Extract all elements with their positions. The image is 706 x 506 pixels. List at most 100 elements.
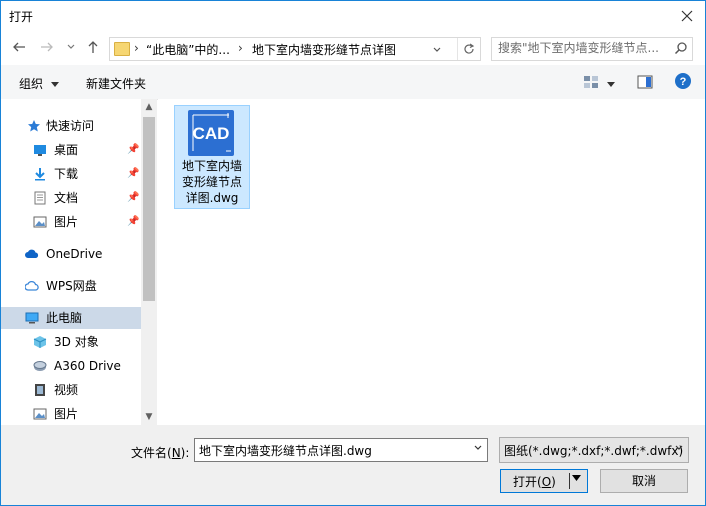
nav-label: WPS网盘 xyxy=(46,279,97,293)
nav-desktop[interactable]: 桌面 📌 xyxy=(1,139,141,161)
nav-label: 图片 xyxy=(54,215,79,229)
film-icon xyxy=(35,384,45,396)
forward-button[interactable] xyxy=(39,40,55,58)
nav-documents[interactable]: 文档 📌 xyxy=(1,187,141,209)
file-name: 地下室内墙变形缝节点详图.dwg xyxy=(181,159,242,205)
nav-a360-drive[interactable]: A360 Drive xyxy=(1,355,141,377)
organize-label: 组织 xyxy=(19,77,44,91)
filename-label: 文件名(N): xyxy=(131,444,189,461)
filename-label-suffix: ): xyxy=(180,446,190,460)
address-bar[interactable]: › “此电脑”中的... › 地下室内墙变形缝节点详图 xyxy=(109,37,481,61)
document-icon xyxy=(34,191,46,205)
scroll-down-button[interactable]: ▼ xyxy=(141,409,157,425)
new-folder-button[interactable]: 新建文件夹 xyxy=(86,75,146,92)
download-icon xyxy=(35,168,45,181)
back-button[interactable] xyxy=(11,40,27,58)
nav-videos[interactable]: 视频 xyxy=(1,379,141,401)
view-options-button[interactable] xyxy=(583,75,599,92)
file-item[interactable]: CAD 地下室内墙变形缝节点详图.dwg xyxy=(174,105,250,209)
breadcrumb-this-pc[interactable]: “此电脑”中的... xyxy=(146,41,230,58)
pin-icon: 📌 xyxy=(127,216,140,227)
refresh-icon xyxy=(464,43,475,54)
cad-icon-label: CAD xyxy=(192,124,230,143)
nav-3d-objects[interactable]: 3D 对象 xyxy=(1,331,141,353)
chevron-down-icon xyxy=(474,445,482,450)
navigation-pane: 快速访问 桌面 📌 下载 📌 文档 📌 图片 📌 OneDrive WPS网盘 … xyxy=(1,99,157,425)
dialog-title: 打开 xyxy=(9,10,34,24)
nav-label: 文档 xyxy=(54,191,79,205)
filename-value: 地下室内墙变形缝节点详图.dwg xyxy=(199,444,372,458)
filename-label-prefix: 文件名( xyxy=(131,446,172,460)
file-type-value: 图纸(*.dwg;*.dxf;*.dwf;*.dwfx) xyxy=(504,444,684,458)
filename-history-dropdown[interactable] xyxy=(473,443,483,456)
star-icon xyxy=(28,120,40,132)
svg-text:?: ? xyxy=(680,76,687,88)
open-button-label: 打开(O) xyxy=(513,473,556,490)
nav-this-pc[interactable]: 此电脑 xyxy=(1,307,141,329)
pin-icon: 📌 xyxy=(127,168,140,179)
scroll-up-button[interactable]: ▲ xyxy=(141,99,157,115)
open-label-prefix: 打开( xyxy=(513,475,542,489)
nav-pictures[interactable]: 图片 📌 xyxy=(1,211,141,233)
nav-wps-cloud[interactable]: WPS网盘 xyxy=(1,275,141,297)
close-icon xyxy=(681,10,693,22)
search-input[interactable] xyxy=(498,40,668,56)
breadcrumb-current-folder[interactable]: 地下室内墙变形缝节点详图 xyxy=(252,41,396,58)
cad-file-icon: CAD xyxy=(188,110,234,156)
address-dropdown[interactable] xyxy=(432,44,442,58)
forward-arrow-icon xyxy=(41,42,53,52)
nav-label: 3D 对象 xyxy=(54,335,99,349)
help-button[interactable]: ? xyxy=(675,73,691,92)
pin-icon: 📌 xyxy=(127,192,140,203)
a360-drive-icon xyxy=(33,361,47,371)
breadcrumb-separator: › xyxy=(134,41,139,55)
cancel-button-label: 取消 xyxy=(631,474,656,488)
view-dropdown-button[interactable] xyxy=(607,77,615,91)
preview-pane-button[interactable] xyxy=(637,75,653,92)
nav-label: 桌面 xyxy=(54,143,79,157)
nav-label: 此电脑 xyxy=(46,311,83,325)
caret-down-icon xyxy=(572,475,581,481)
help-icon: ? xyxy=(675,73,691,89)
caret-down-icon xyxy=(50,82,59,87)
filename-field[interactable]: 地下室内墙变形缝节点详图.dwg xyxy=(194,438,488,462)
file-type-select[interactable]: 图纸(*.dwg;*.dxf;*.dwf;*.dwfx) xyxy=(499,437,689,463)
recent-locations-button[interactable] xyxy=(63,40,79,56)
title-bar: 打开 xyxy=(1,1,705,31)
scroll-thumb[interactable] xyxy=(143,117,155,301)
nav-quick-access[interactable]: 快速访问 xyxy=(1,115,141,137)
nav-label: 图片 xyxy=(54,407,79,421)
up-arrow-icon xyxy=(88,41,98,53)
chevron-down-icon xyxy=(675,445,683,450)
open-options-dropdown[interactable] xyxy=(572,474,581,485)
open-label-accesskey: O xyxy=(541,475,552,489)
picture-icon xyxy=(33,408,47,420)
nav-label: A360 Drive xyxy=(54,359,121,373)
organize-button[interactable]: 组织 xyxy=(19,75,59,92)
address-row: › “此电脑”中的... › 地下室内墙变形缝节点详图 xyxy=(1,31,705,65)
close-button[interactable] xyxy=(673,1,701,31)
nav-scrollbar[interactable]: ▲ ▼ xyxy=(141,99,157,425)
split-divider xyxy=(569,473,570,489)
nav-pictures-pc[interactable]: 图片 xyxy=(1,403,141,425)
cancel-button[interactable]: 取消 xyxy=(600,469,688,493)
chevron-down-icon xyxy=(433,47,441,52)
caret-down-icon xyxy=(607,82,615,87)
pin-icon: 📌 xyxy=(127,144,140,155)
cloud-outline-icon xyxy=(25,280,39,291)
picture-icon xyxy=(33,216,47,228)
nav-downloads[interactable]: 下载 📌 xyxy=(1,163,141,185)
breadcrumb-separator: › xyxy=(238,41,243,55)
file-type-dropdown[interactable] xyxy=(674,443,684,456)
view-grid-icon xyxy=(584,76,598,88)
cube-icon xyxy=(33,336,47,348)
search-box[interactable] xyxy=(491,37,693,61)
file-list: CAD 地下室内墙变形缝节点详图.dwg xyxy=(158,99,705,425)
up-button[interactable] xyxy=(85,40,101,58)
bottom-panel: 文件名(N): 地下室内墙变形缝节点详图.dwg 图纸(*.dwg;*.dxf;… xyxy=(1,425,705,505)
nav-onedrive[interactable]: OneDrive xyxy=(1,243,141,265)
nav-label: 下载 xyxy=(54,167,79,181)
refresh-button[interactable] xyxy=(457,38,480,60)
open-button[interactable]: 打开(O) xyxy=(500,469,588,493)
filename-label-accesskey: N xyxy=(171,446,181,460)
